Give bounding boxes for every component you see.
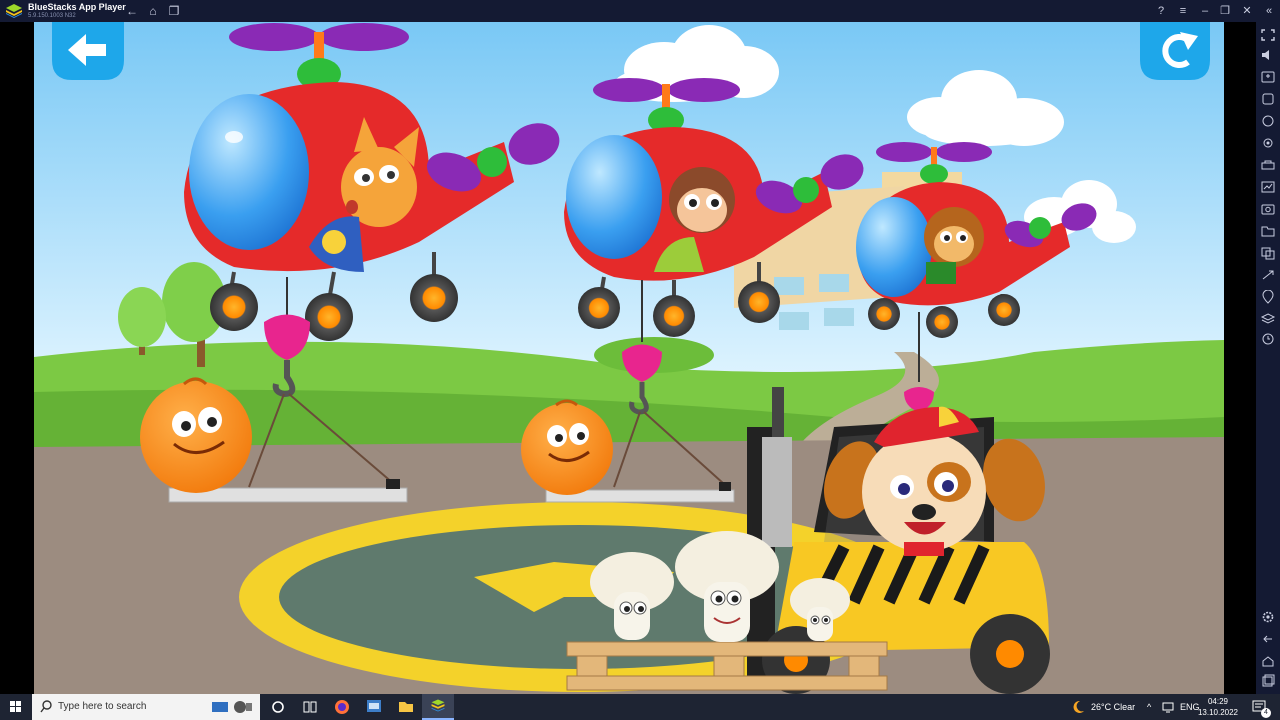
gamepad-icon[interactable]: [1260, 92, 1276, 106]
weather-moon-icon: [1073, 700, 1084, 713]
keyboard-controls-icon[interactable]: [1260, 70, 1276, 84]
clock-date: 13.10.2022: [1197, 708, 1239, 717]
multi-instance-icon[interactable]: [1260, 246, 1276, 260]
windows-start-icon[interactable]: [0, 694, 32, 720]
restart-button[interactable]: [1140, 22, 1210, 80]
android-home-icon[interactable]: [1260, 654, 1276, 668]
collapse-sidebar-icon[interactable]: «: [1260, 3, 1278, 19]
help-icon[interactable]: ?: [1152, 3, 1170, 19]
bluestacks-taskbar-icon[interactable]: [422, 694, 454, 720]
notification-count-badge: 4: [1261, 708, 1271, 718]
location-icon[interactable]: [1260, 290, 1276, 304]
android-recents-icon[interactable]: [1260, 674, 1276, 688]
game-canvas: [34, 22, 1224, 694]
window-title: BlueStacks App Player: [28, 2, 126, 12]
bluestacks-logo-icon: [6, 4, 22, 18]
clock-time: 04:29: [1207, 697, 1229, 706]
cortana-icon[interactable]: [262, 694, 294, 720]
network-icon[interactable]: [1162, 701, 1174, 713]
volume-icon[interactable]: [1260, 48, 1276, 62]
macro-icon[interactable]: [1260, 158, 1276, 172]
android-back-icon[interactable]: [1260, 632, 1276, 646]
resize-icon[interactable]: [1260, 268, 1276, 282]
search-highlight-icon: [212, 701, 252, 713]
weather-text[interactable]: 26°C Clear: [1091, 702, 1135, 712]
minimize-icon[interactable]: –: [1196, 3, 1214, 19]
layers-icon[interactable]: [1260, 312, 1276, 326]
home-nav-icon[interactable]: ⌂: [145, 3, 161, 19]
performance-icon[interactable]: [1260, 180, 1276, 194]
rotate-icon[interactable]: [1260, 114, 1276, 128]
file-explorer-icon[interactable]: [390, 694, 422, 720]
maximize-icon[interactable]: ❐: [1216, 3, 1234, 19]
back-nav-icon[interactable]: ←: [124, 3, 140, 19]
left-letterbox: [0, 22, 34, 694]
firefox-icon[interactable]: [326, 694, 358, 720]
right-letterbox: [1224, 22, 1256, 694]
taskbar-search-box[interactable]: Type here to search: [32, 694, 260, 720]
settings-icon[interactable]: [1260, 610, 1276, 624]
shake-icon[interactable]: [1260, 136, 1276, 150]
game-scene: [34, 22, 1224, 694]
back-button[interactable]: [52, 22, 124, 80]
tray-overflow-icon[interactable]: ^: [1147, 702, 1151, 712]
task-view-icon[interactable]: [294, 694, 326, 720]
title-bar: BlueStacks App Player 5.9.150.1003 N32 ←…: [0, 0, 1280, 22]
multitask-nav-icon[interactable]: ❐: [166, 3, 182, 19]
screenshot-icon[interactable]: [1260, 202, 1276, 216]
tool-sidebar: [1256, 22, 1280, 694]
app-window-icon[interactable]: [358, 694, 390, 720]
taskbar-clock[interactable]: 04:29 13.10.2022: [1196, 696, 1240, 718]
search-icon: [40, 700, 52, 713]
windows-taskbar: Type here to search 26°C Clear ^ ENG 04:…: [0, 694, 1280, 720]
eco-mode-icon[interactable]: [1260, 332, 1276, 346]
menu-icon[interactable]: ≡: [1174, 3, 1192, 19]
close-icon[interactable]: ✕: [1238, 3, 1256, 19]
search-placeholder: Type here to search: [58, 701, 147, 712]
media-folder-icon[interactable]: [1260, 224, 1276, 238]
fullscreen-icon[interactable]: [1260, 28, 1276, 42]
window-version: 5.9.150.1003 N32: [28, 13, 76, 19]
